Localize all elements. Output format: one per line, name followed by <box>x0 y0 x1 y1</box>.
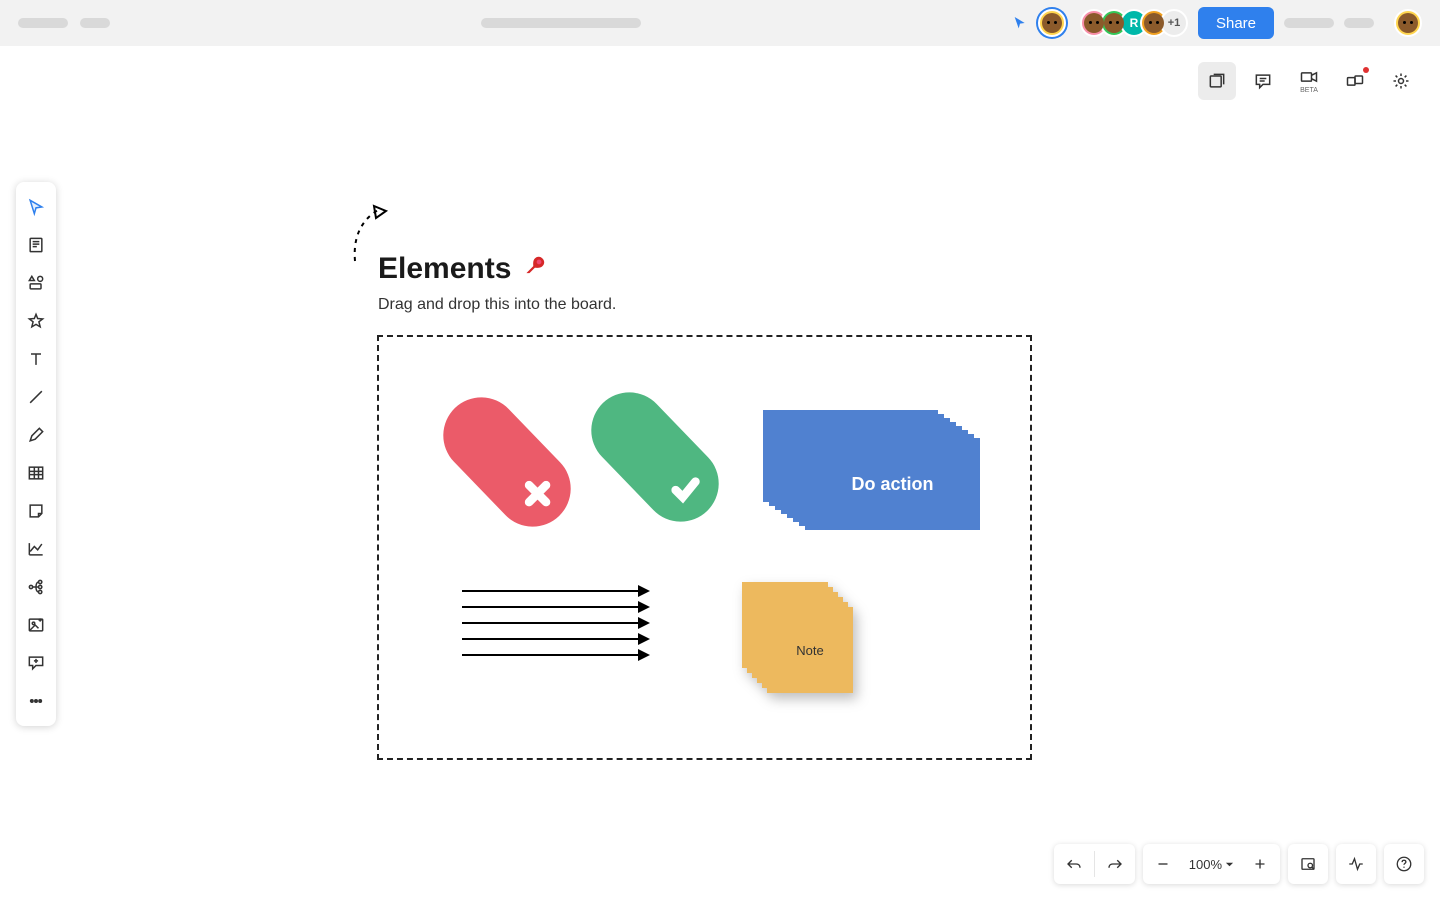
canvas[interactable]: Elements Drag and drop this into the boa… <box>0 46 1440 900</box>
pushpin-icon <box>511 248 553 290</box>
arrow-element[interactable] <box>462 638 648 640</box>
minus-icon <box>1154 855 1172 873</box>
minimap-icon <box>1299 855 1317 873</box>
placeholder <box>18 18 68 28</box>
action-card[interactable]: Do action <box>805 438 980 530</box>
board-title-placeholder[interactable] <box>481 18 641 28</box>
zoom-level[interactable]: 100% <box>1183 857 1240 872</box>
redo-icon <box>1106 855 1124 873</box>
element-note-stack[interactable]: Note <box>742 582 856 696</box>
arrow-element[interactable] <box>462 590 648 592</box>
caret-down-icon <box>1225 860 1234 869</box>
cross-icon <box>521 477 555 511</box>
avatar-self[interactable] <box>1038 9 1066 37</box>
avatar-profile[interactable] <box>1394 9 1422 37</box>
action-card-label: Do action <box>851 474 933 495</box>
top-bar: R +1 Share <box>0 0 1440 46</box>
arrow-element[interactable] <box>462 654 648 656</box>
zoom-out-button[interactable] <box>1143 844 1183 884</box>
section-title[interactable]: Elements <box>378 252 545 286</box>
sticky-note[interactable]: Note <box>767 607 853 693</box>
arrow-element[interactable] <box>462 606 648 608</box>
help-button[interactable] <box>1384 844 1424 884</box>
zoom-in-button[interactable] <box>1240 844 1280 884</box>
check-icon <box>669 472 703 506</box>
zoom-value: 100% <box>1189 857 1222 872</box>
share-button[interactable]: Share <box>1198 7 1274 39</box>
plus-icon <box>1251 855 1269 873</box>
avatar-overflow[interactable]: +1 <box>1160 9 1188 37</box>
element-action-card-stack[interactable]: Do action <box>763 410 983 530</box>
section-subtitle: Drag and drop this into the board. <box>378 296 616 314</box>
activity-button[interactable] <box>1336 844 1376 884</box>
activity-icon <box>1347 855 1365 873</box>
collaborator-avatars: R +1 <box>1038 9 1188 37</box>
bottom-bar: 100% <box>1054 844 1424 884</box>
placeholder <box>80 18 110 28</box>
undo-button[interactable] <box>1054 844 1094 884</box>
undo-icon <box>1065 855 1083 873</box>
placeholder <box>1344 18 1374 28</box>
element-arrows[interactable] <box>462 590 648 656</box>
map-button[interactable] <box>1288 844 1328 884</box>
placeholder <box>1284 18 1334 28</box>
sticky-note-label: Note <box>796 643 823 658</box>
cursor-icon <box>1012 15 1028 31</box>
arrow-element[interactable] <box>462 622 648 624</box>
section-title-text: Elements <box>378 252 511 286</box>
help-icon <box>1395 855 1413 873</box>
redo-button[interactable] <box>1095 844 1135 884</box>
